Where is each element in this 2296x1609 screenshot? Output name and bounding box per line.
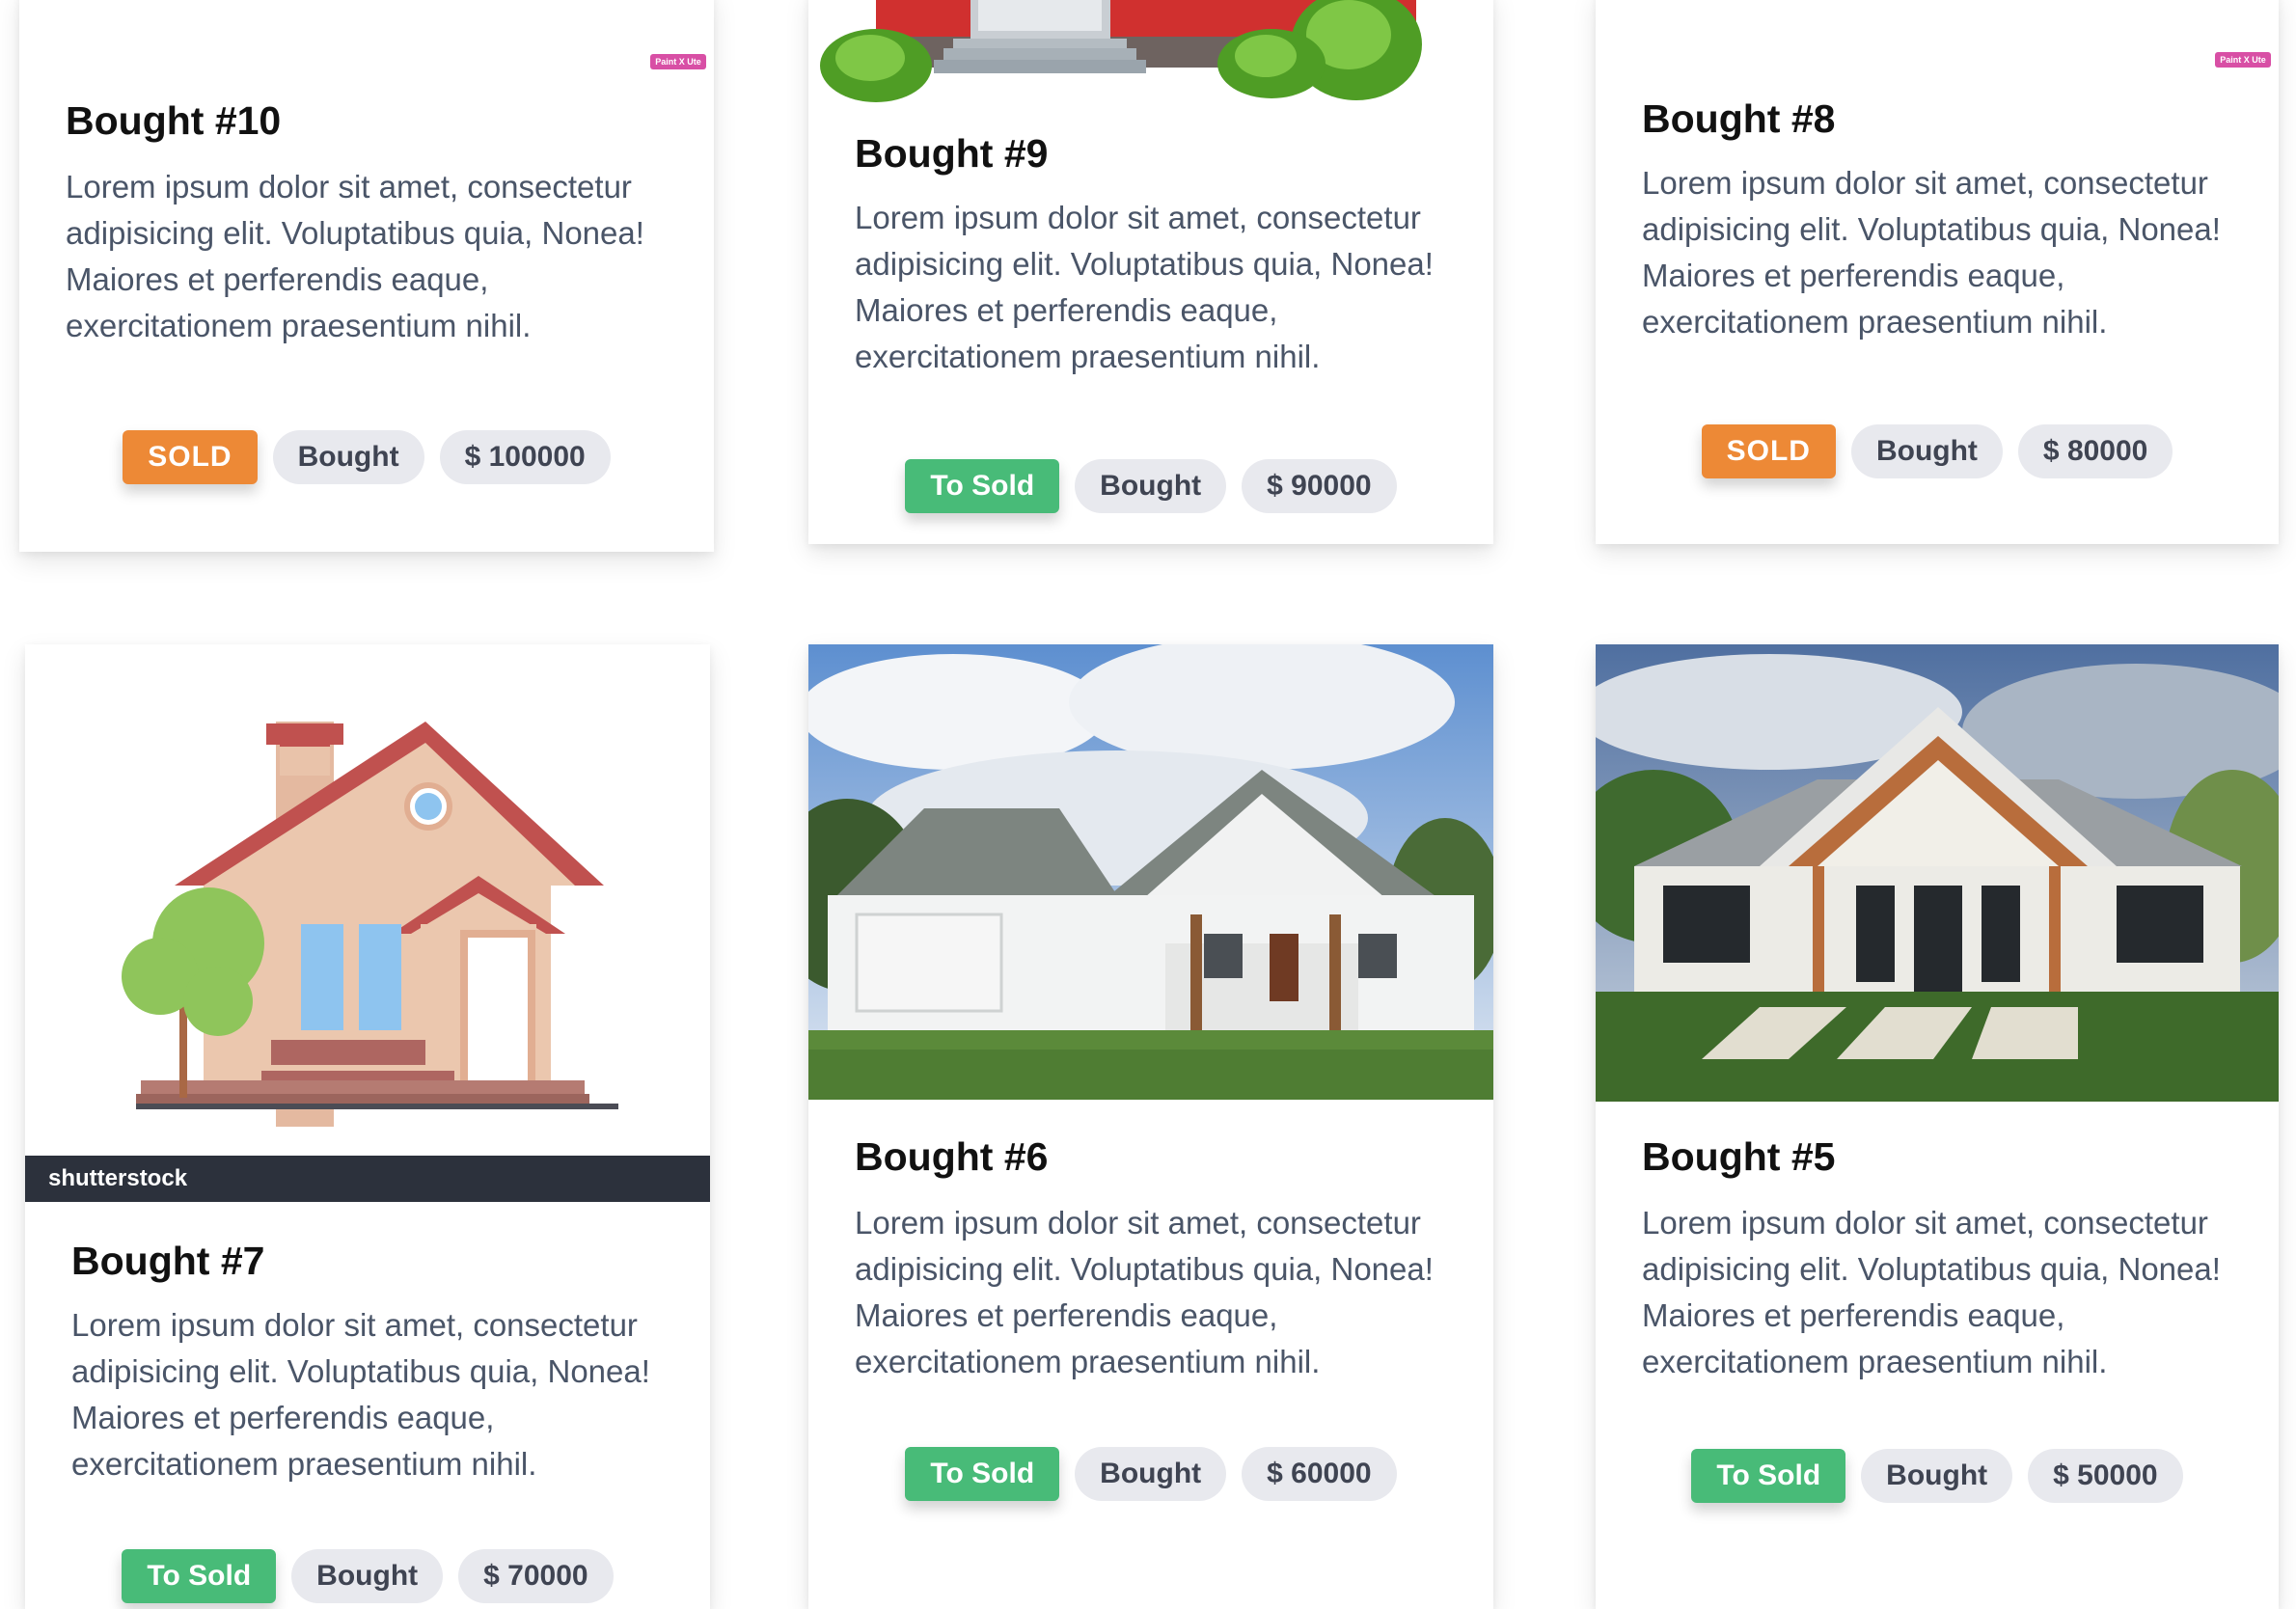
card-description: Lorem ipsum dolor sit amet, consectetur … — [71, 1307, 650, 1482]
card-description: Lorem ipsum dolor sit amet, consectetur … — [855, 200, 1434, 374]
card-badges: SOLD Bought $ 80000 — [1596, 424, 2279, 478]
card-description: Lorem ipsum dolor sit amet, consectetur … — [1642, 165, 2221, 340]
type-badge: Bought — [272, 430, 424, 484]
card-description: Lorem ipsum dolor sit amet, consectetur … — [855, 1205, 1434, 1379]
property-card-8: Paint X Ute Bought #8 Lorem ipsum dolor … — [1596, 0, 2279, 544]
property-card-10: Paint X Ute Bought #10 Lorem ipsum dolor… — [19, 0, 714, 552]
card-title: Bought #10 — [66, 98, 282, 143]
house-image — [820, 0, 1422, 102]
image-watermark-tag: Paint X Ute — [650, 54, 706, 69]
type-badge: Bought — [291, 1549, 444, 1603]
card-badges: To Sold Bought $ 90000 — [808, 459, 1493, 513]
card-description: Lorem ipsum dolor sit amet, consectetur … — [66, 169, 644, 343]
property-card-7: shutterstock Bought #7 Lorem ipsum dolor… — [25, 644, 710, 1609]
type-badge: Bought — [1850, 424, 2003, 478]
property-card-6: Bought #6 Lorem ipsum dolor sit amet, co… — [808, 644, 1493, 1609]
property-card-9: Bought #9 Lorem ipsum dolor sit amet, co… — [808, 0, 1493, 544]
image-watermark-tag: Paint X Ute — [2215, 52, 2271, 68]
price-badge: $ 90000 — [1242, 459, 1397, 513]
card-title: Bought #9 — [855, 131, 1049, 176]
status-badge[interactable]: To Sold — [905, 1447, 1060, 1501]
card-title: Bought #6 — [855, 1134, 1049, 1179]
card-badges: To Sold Bought $ 70000 — [25, 1549, 710, 1603]
price-badge: $ 50000 — [2028, 1449, 2183, 1503]
card-description: Lorem ipsum dolor sit amet, consectetur … — [1642, 1205, 2221, 1379]
house-image — [808, 644, 1493, 1100]
card-title: Bought #5 — [1642, 1134, 1836, 1179]
type-badge: Bought — [1075, 1447, 1227, 1501]
property-card-5: Bought #5 Lorem ipsum dolor sit amet, co… — [1596, 644, 2279, 1609]
price-badge: $ 100000 — [439, 430, 611, 484]
status-badge[interactable]: To Sold — [122, 1549, 277, 1603]
type-badge: Bought — [1861, 1449, 2013, 1503]
type-badge: Bought — [1075, 459, 1227, 513]
house-image — [1596, 644, 2279, 1102]
card-badges: SOLD Bought $ 100000 — [19, 430, 714, 484]
status-badge[interactable]: SOLD — [123, 430, 258, 484]
card-badges: To Sold Bought $ 50000 — [1596, 1449, 2279, 1503]
status-badge[interactable]: SOLD — [1701, 424, 1836, 478]
status-badge[interactable]: To Sold — [905, 459, 1060, 513]
price-badge: $ 60000 — [1242, 1447, 1397, 1501]
status-badge[interactable]: To Sold — [1691, 1449, 1846, 1503]
card-title: Bought #8 — [1642, 96, 1836, 141]
card-badges: To Sold Bought $ 60000 — [808, 1447, 1493, 1501]
card-title: Bought #7 — [71, 1239, 265, 1283]
price-badge: $ 80000 — [2017, 424, 2173, 478]
price-badge: $ 70000 — [458, 1549, 614, 1603]
shutterstock-watermark: shutterstock — [48, 1165, 188, 1191]
house-image — [25, 644, 710, 1202]
